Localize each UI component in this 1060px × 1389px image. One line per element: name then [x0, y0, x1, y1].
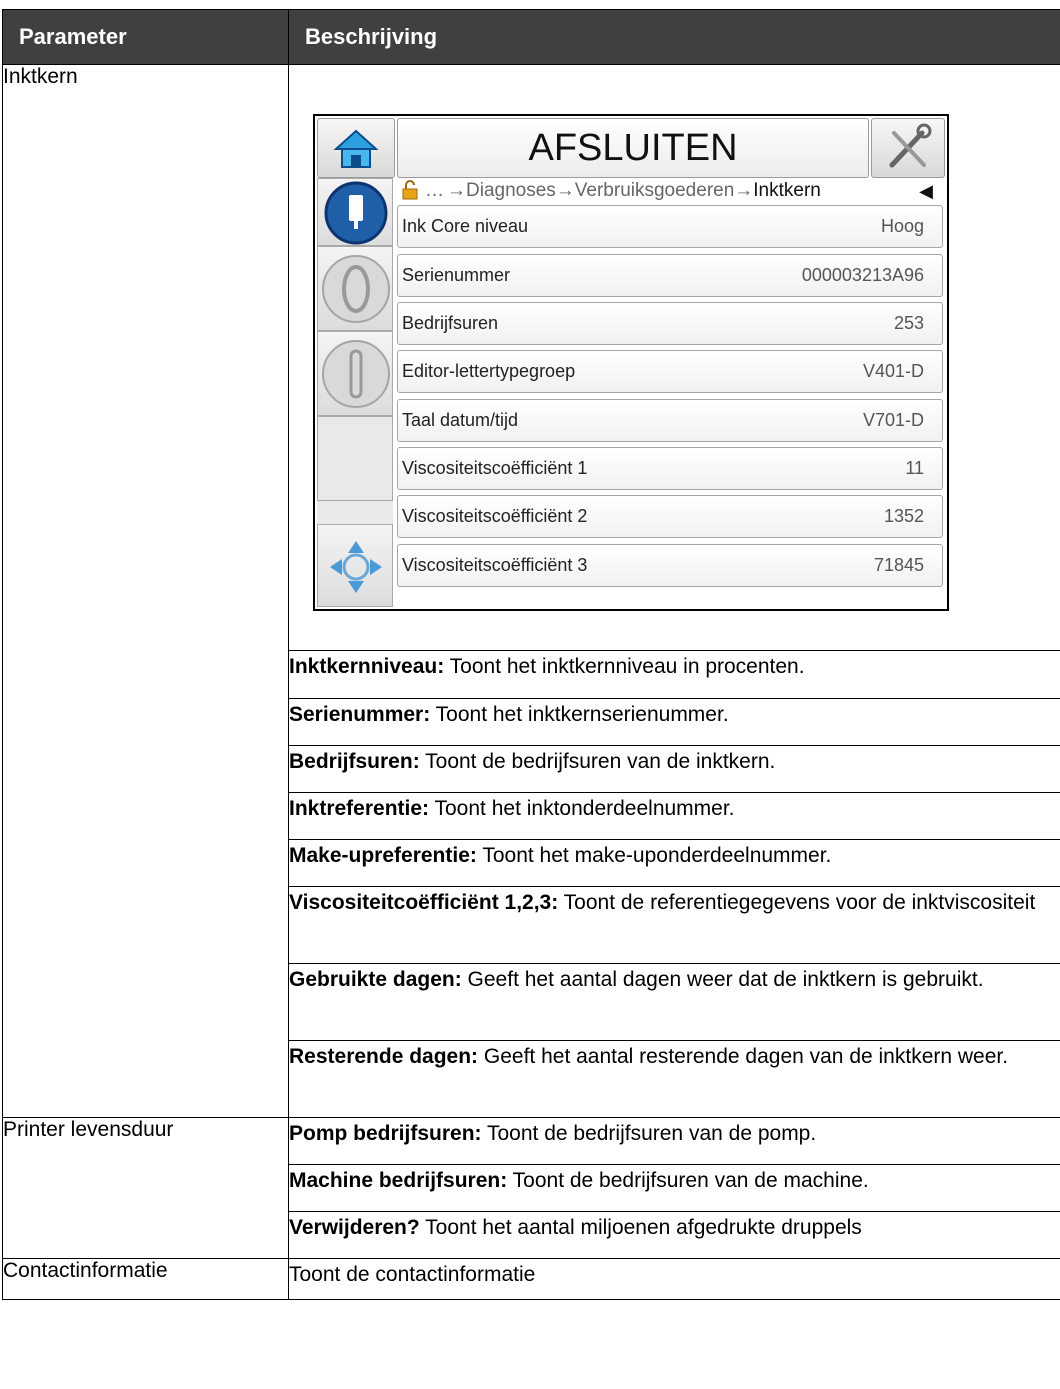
description-cell: Serienummer: Toont het inktkernserienumm…	[288, 698, 1060, 746]
term-description: Toont het inktonderdeelnummer.	[429, 797, 735, 820]
table-row: Contactinformatie Toont de contactinform…	[2, 1258, 1060, 1300]
term: Viscositeitcoëfficiënt 1,2,3:	[289, 891, 559, 914]
start-o-icon	[322, 255, 390, 323]
ink-cartridge-icon	[324, 181, 388, 245]
row-value: 000003213A96	[801, 265, 924, 285]
term: Pomp bedrijfsuren:	[289, 1122, 482, 1145]
table-row: Printer levensduur Pomp bedrijfsuren: To…	[2, 1117, 1060, 1259]
term-description: Geeft het aantal resterende dagen van de…	[478, 1045, 1009, 1068]
description-cell: Pomp bedrijfsuren: Toont de bedrijfsuren…	[288, 1117, 1060, 1165]
term: Resterende dagen:	[289, 1045, 479, 1068]
printer-screen: AFSLUITEN … →Diagnoses→Verbruiksgoederen…	[313, 114, 949, 611]
term: Verwijderen?	[289, 1216, 420, 1239]
description-cell: Viscositeitcoëfficiënt 1,2,3: Toont de r…	[288, 886, 1060, 964]
row-label: Serienummer	[402, 265, 511, 285]
row-value: Hoog	[880, 216, 924, 236]
breadcrumb-current: Inktkern	[753, 180, 821, 201]
term-description: Toont het aantal miljoenen afgedrukte dr…	[419, 1216, 862, 1239]
term: Inktreferentie:	[289, 797, 430, 820]
header-description: Beschrijving	[288, 9, 1060, 65]
row-label: Ink Core niveau	[402, 216, 529, 236]
row-label: Editor-lettertypegroep	[402, 361, 576, 381]
navigation-arrows-icon	[330, 541, 382, 593]
description-cell: Inktkernniveau: Toont het inktkernniveau…	[288, 650, 1060, 699]
breadcrumb-ellipsis: …	[425, 180, 444, 201]
side-panel	[317, 178, 393, 607]
tools-button[interactable]	[871, 118, 945, 178]
empty-side-slot	[317, 416, 393, 501]
term: Bedrijfsuren:	[289, 750, 420, 773]
navigation-button[interactable]	[317, 524, 393, 607]
breadcrumb-item[interactable]: Verbruiksgoederen	[575, 180, 735, 201]
stop-i-icon	[322, 340, 390, 408]
row-value: V401-D	[862, 361, 924, 381]
row-value: V701-D	[862, 410, 924, 430]
screenshot-cell: AFSLUITEN … →Diagnoses→Verbruiksgoederen…	[288, 64, 1060, 651]
term-description: Toont het inktkernniveau in procenten.	[444, 655, 805, 678]
row-value: 11	[905, 458, 924, 478]
home-icon	[333, 129, 379, 168]
term: Inktkernniveau:	[289, 655, 445, 678]
term-description: Toont de bedrijfsuren van de machine.	[507, 1169, 869, 1192]
back-arrow-icon[interactable]: ◀	[919, 178, 933, 204]
term-description: Toont de referentiegegevens voor de inkt…	[558, 891, 1036, 914]
param-cell-inktkern: Inktkern	[2, 64, 289, 1118]
header-parameter: Parameter	[2, 9, 289, 65]
row-label: Bedrijfsuren	[402, 313, 499, 333]
list-item[interactable]: Viscositeitscoëfficiënt 2 1352	[397, 495, 943, 538]
list-item[interactable]: Serienummer 000003213A96	[397, 254, 943, 297]
row-value: 253	[893, 313, 924, 333]
row-value: 1352	[883, 506, 924, 526]
description-cell: Make-upreferentie: Toont het make-uponde…	[288, 839, 1060, 887]
row-value: 71845	[873, 555, 924, 575]
term-description: Toont de bedrijfsuren van de inktkern.	[419, 750, 776, 773]
tools-icon	[889, 123, 932, 168]
table-row: Inktkern AFSLUITEN … →Diagnoses→Verbruik…	[2, 64, 1060, 1118]
description-cell: Gebruikte dagen: Geeft het aantal dagen …	[288, 963, 1060, 1041]
parameter-table: Parameter Beschrijving Inktkern AFSLUITE…	[2, 9, 1060, 1300]
term-description: Toont de bedrijfsuren van de pomp.	[481, 1122, 817, 1145]
term-description: Toont de contactinformatie	[289, 1263, 536, 1286]
list-item[interactable]: Editor-lettertypegroep V401-D	[397, 350, 943, 393]
row-label: Taal datum/tijd	[402, 410, 519, 430]
term: Serienummer:	[289, 703, 431, 726]
description-cell: Toont de contactinformatie	[288, 1258, 1060, 1300]
row-label: Viscositeitscoëfficiënt 1	[402, 458, 588, 478]
list-item[interactable]: Viscositeitscoëfficiënt 3 71845	[397, 544, 943, 587]
list-item[interactable]: Taal datum/tijd V701-D	[397, 399, 943, 442]
description-cell: Bedrijfsuren: Toont de bedrijfsuren van …	[288, 745, 1060, 793]
row-label: Viscositeitscoëfficiënt 3	[402, 555, 588, 575]
lock-icon	[402, 180, 418, 200]
param-cell-printer-levensduur: Printer levensduur	[2, 1117, 289, 1259]
term: Gebruikte dagen:	[289, 968, 462, 991]
list-item[interactable]: Bedrijfsuren 253	[397, 302, 943, 345]
list-item[interactable]: Ink Core niveau Hoog	[397, 205, 943, 248]
screen-title: AFSLUITEN	[397, 118, 869, 178]
stop-button[interactable]	[317, 331, 393, 416]
list-item[interactable]: Viscositeitscoëfficiënt 1 11	[397, 447, 943, 490]
description-cell: Resterende dagen: Geeft het aantal reste…	[288, 1040, 1060, 1118]
table-header-row: Parameter Beschrijving	[2, 9, 1060, 65]
term-description: Toont het inktkernserienummer.	[430, 703, 729, 726]
start-button[interactable]	[317, 246, 393, 331]
description-cell: Verwijderen? Toont het aantal miljoenen …	[288, 1211, 1060, 1259]
term: Make-upreferentie:	[289, 844, 477, 867]
term-description: Geeft het aantal dagen weer dat de inktk…	[461, 968, 984, 991]
description-cell: Machine bedrijfsuren: Toont de bedrijfsu…	[288, 1164, 1060, 1212]
row-label: Viscositeitscoëfficiënt 2	[402, 506, 588, 526]
term: Machine bedrijfsuren:	[289, 1169, 508, 1192]
term-description: Toont het make-uponderdeelnummer.	[476, 844, 832, 867]
home-button[interactable]	[317, 118, 395, 178]
param-cell-contactinformatie: Contactinformatie	[2, 1258, 289, 1300]
ink-button[interactable]	[317, 178, 393, 246]
description-cell: Inktreferentie: Toont het inktonderdeeln…	[288, 792, 1060, 840]
breadcrumb: … →Diagnoses→Verbruiksgoederen→Inktkern …	[397, 178, 943, 204]
breadcrumb-item[interactable]: Diagnoses	[466, 180, 556, 201]
